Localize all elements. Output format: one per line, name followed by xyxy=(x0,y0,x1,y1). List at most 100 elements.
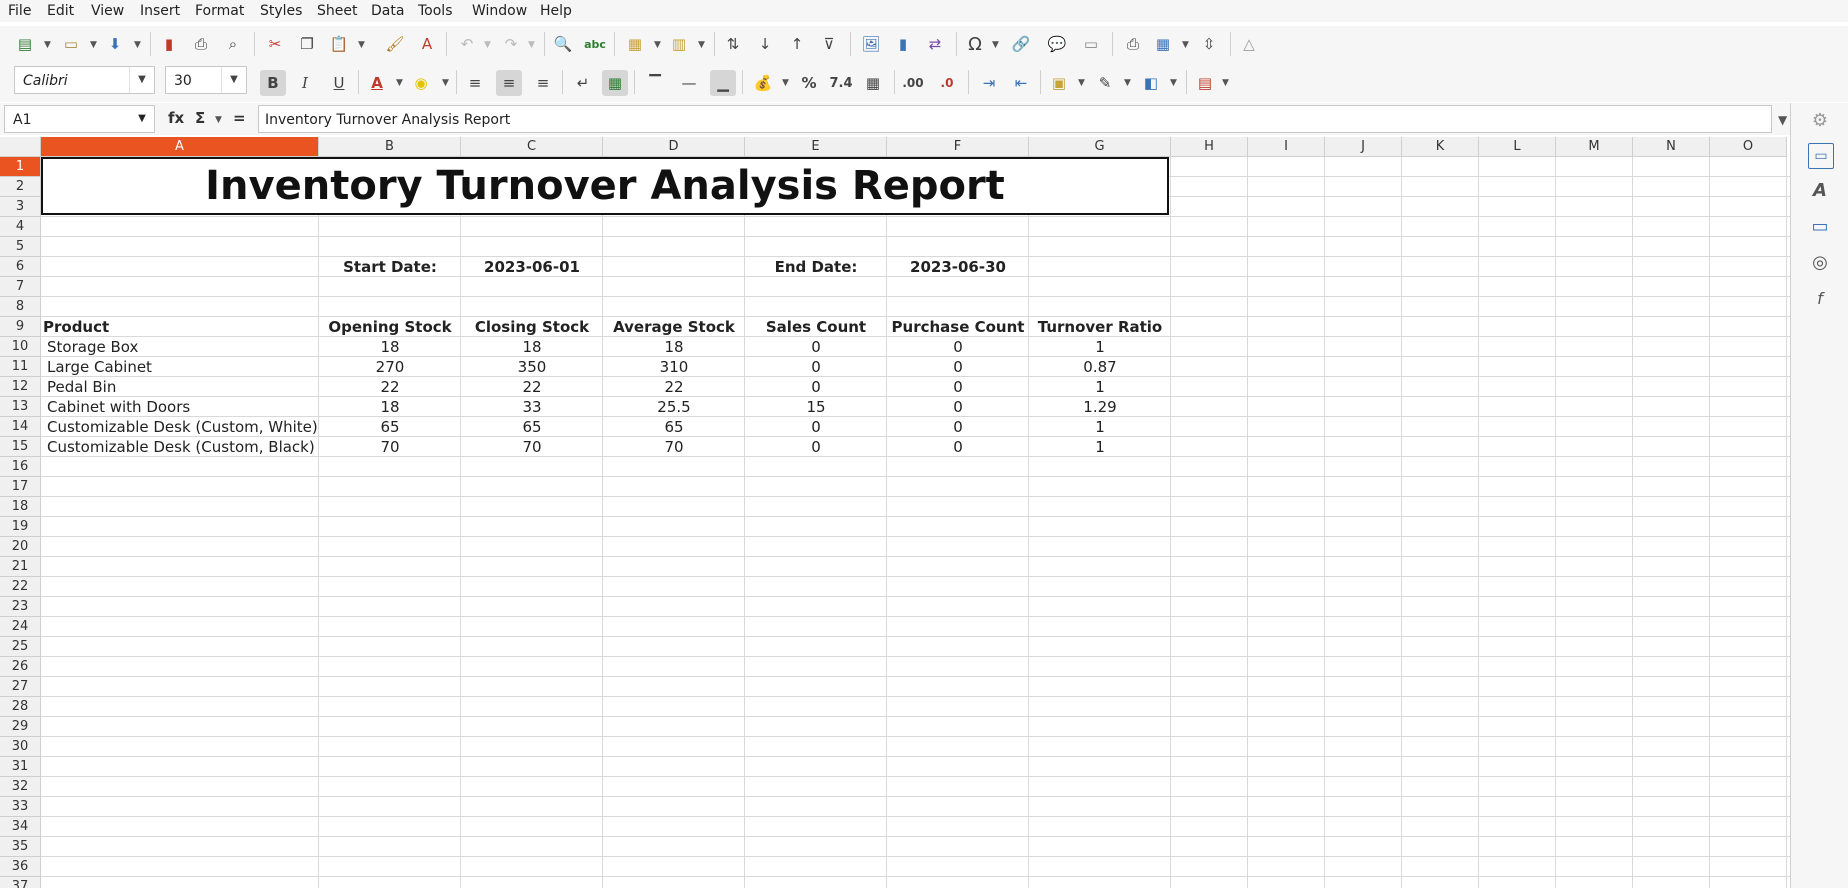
bold-icon[interactable]: B xyxy=(260,70,286,96)
formula-input[interactable]: Inventory Turnover Analysis Report xyxy=(258,105,1772,133)
chevron-down-icon[interactable]: ▼ xyxy=(1170,78,1177,88)
delete-decimal-icon[interactable]: .0 xyxy=(936,72,958,94)
chevron-down-icon[interactable]: ▼ xyxy=(1222,78,1229,88)
table-cell[interactable]: 15 xyxy=(745,397,887,417)
column-header-g[interactable]: G xyxy=(1029,137,1171,157)
column-header-n[interactable]: N xyxy=(1633,137,1710,157)
table-header-cell[interactable]: Turnover Ratio xyxy=(1029,317,1171,337)
table-cell[interactable]: 0 xyxy=(887,357,1029,377)
row-header-8[interactable]: 8 xyxy=(0,297,41,317)
formula-icon[interactable]: = xyxy=(233,109,246,127)
table-cell[interactable]: 0 xyxy=(887,337,1029,357)
highlight-color-icon[interactable]: ◉ xyxy=(410,72,432,94)
row-header-36[interactable]: 36 xyxy=(0,857,41,877)
table-cell[interactable]: 33 xyxy=(461,397,603,417)
column-header-b[interactable]: B xyxy=(319,137,461,157)
date-format-icon[interactable]: ▦ xyxy=(862,72,884,94)
menu-view[interactable]: View xyxy=(91,3,124,19)
chevron-down-icon[interactable]: ▼ xyxy=(130,106,154,132)
column-header-d[interactable]: D xyxy=(603,137,745,157)
chevron-down-icon[interactable]: ▼ xyxy=(992,40,999,50)
row-header-18[interactable]: 18 xyxy=(0,497,41,517)
table-header-cell[interactable]: Opening Stock xyxy=(319,317,461,337)
start-date-value[interactable]: 2023-06-01 xyxy=(461,257,603,277)
chevron-down-icon[interactable]: ▼ xyxy=(129,67,154,93)
row-header-7[interactable]: 7 xyxy=(0,277,41,297)
define-print-area-icon[interactable]: ⎙ xyxy=(1122,33,1144,55)
table-cell[interactable]: 1 xyxy=(1029,437,1171,457)
navigator-icon[interactable]: ◎ xyxy=(1808,251,1832,275)
chevron-down-icon[interactable]: ▼ xyxy=(1182,40,1189,50)
column-header-o[interactable]: O xyxy=(1710,137,1787,157)
find-replace-icon[interactable]: 🔍 xyxy=(552,33,574,55)
properties-gear-icon[interactable]: ⚙ xyxy=(1808,109,1832,133)
new-icon[interactable]: ▤ xyxy=(14,33,36,55)
row-header-34[interactable]: 34 xyxy=(0,817,41,837)
styles-icon[interactable]: A xyxy=(1808,179,1832,203)
table-cell[interactable]: 70 xyxy=(461,437,603,457)
sort-ascending-icon[interactable]: ↓ xyxy=(754,33,776,55)
table-cell[interactable]: 25.5 xyxy=(603,397,745,417)
column-header-h[interactable]: H xyxy=(1171,137,1248,157)
page-icon[interactable]: ▭ xyxy=(1808,143,1834,169)
table-cell[interactable]: 1.29 xyxy=(1029,397,1171,417)
clear-formatting-icon[interactable]: A xyxy=(416,33,438,55)
row-header-22[interactable]: 22 xyxy=(0,577,41,597)
column-icon[interactable]: ▥ xyxy=(668,33,690,55)
pivot-table-icon[interactable]: ⇄ xyxy=(924,33,946,55)
chevron-down-icon[interactable]: ▼ xyxy=(528,40,535,50)
header-footer-icon[interactable]: ▭ xyxy=(1080,33,1102,55)
table-cell[interactable]: 310 xyxy=(603,357,745,377)
row-header-16[interactable]: 16 xyxy=(0,457,41,477)
spellcheck-icon[interactable]: abc xyxy=(584,33,606,55)
gallery-icon[interactable]: ▭ xyxy=(1808,215,1832,239)
table-header-cell[interactable]: Closing Stock xyxy=(461,317,603,337)
font-name-box[interactable]: Calibri ▼ xyxy=(14,66,155,94)
expand-formula-bar-icon[interactable]: ▼ xyxy=(1778,113,1787,127)
row-header-19[interactable]: 19 xyxy=(0,517,41,537)
wrap-text-icon[interactable]: ↵ xyxy=(572,72,594,94)
autofilter-icon[interactable]: ⊽ xyxy=(818,33,840,55)
menu-data[interactable]: Data xyxy=(371,3,404,19)
table-cell[interactable]: 0 xyxy=(887,377,1029,397)
table-cell[interactable]: 18 xyxy=(603,337,745,357)
chevron-down-icon[interactable]: ▼ xyxy=(654,40,661,50)
border-color-icon[interactable]: ◧ xyxy=(1140,72,1162,94)
row-header-25[interactable]: 25 xyxy=(0,637,41,657)
table-cell[interactable]: 1 xyxy=(1029,337,1171,357)
align-right-icon[interactable]: ≡ xyxy=(532,72,554,94)
open-icon[interactable]: ▭ xyxy=(60,33,82,55)
insert-image-icon[interactable]: 🖼 xyxy=(860,33,882,55)
table-cell[interactable]: 0 xyxy=(745,337,887,357)
increase-indent-icon[interactable]: ⇥ xyxy=(978,72,1000,94)
table-cell[interactable]: 18 xyxy=(319,337,461,357)
row-header-33[interactable]: 33 xyxy=(0,797,41,817)
table-cell[interactable]: 0 xyxy=(887,437,1029,457)
select-all-corner[interactable] xyxy=(0,137,41,157)
align-left-icon[interactable]: ≡ xyxy=(464,72,486,94)
sum-icon[interactable]: Σ xyxy=(195,109,205,127)
table-cell[interactable]: 270 xyxy=(319,357,461,377)
table-cell[interactable]: 0 xyxy=(887,417,1029,437)
spreadsheet-grid[interactable]: ABCDEFGHIJKLMNO 1 2 3 4 5 6 7 8 9 10 11 12 13 14 15 16 1… xyxy=(0,137,1790,888)
redo-icon[interactable]: ↷ xyxy=(500,33,522,55)
insert-chart-icon[interactable]: ▮ xyxy=(892,33,914,55)
table-cell[interactable]: 22 xyxy=(603,377,745,397)
menu-sheet[interactable]: Sheet xyxy=(317,3,357,19)
functions-icon[interactable]: f xyxy=(1808,287,1832,311)
row-header-4[interactable]: 4 xyxy=(0,217,41,237)
row-header-15[interactable]: 15 xyxy=(0,437,41,457)
paste-icon[interactable]: 📋 xyxy=(328,33,350,55)
row-header-10[interactable]: 10 xyxy=(0,337,41,357)
column-header-e[interactable]: E xyxy=(745,137,887,157)
column-header-c[interactable]: C xyxy=(461,137,603,157)
product-name-cell[interactable]: Cabinet with Doors xyxy=(43,397,319,417)
menu-window[interactable]: Window xyxy=(472,3,527,19)
row-header-26[interactable]: 26 xyxy=(0,657,41,677)
chevron-down-icon[interactable]: ▼ xyxy=(215,115,222,125)
row-header-11[interactable]: 11 xyxy=(0,357,41,377)
row-header-23[interactable]: 23 xyxy=(0,597,41,617)
clone-formatting-icon[interactable]: 🖌 xyxy=(384,33,406,55)
table-cell[interactable]: 18 xyxy=(319,397,461,417)
row-header-20[interactable]: 20 xyxy=(0,537,41,557)
